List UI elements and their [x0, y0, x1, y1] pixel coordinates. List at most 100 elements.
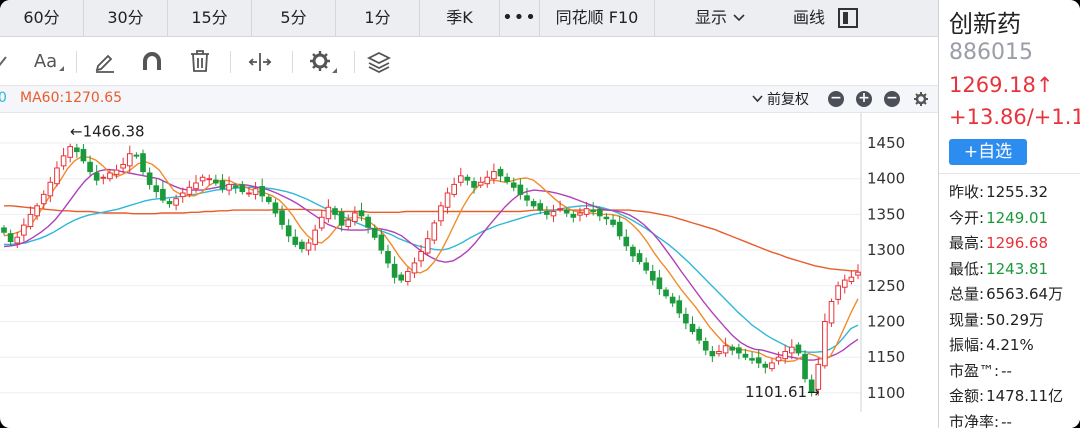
candle	[623, 229, 630, 251]
candle	[60, 147, 67, 170]
candle	[312, 224, 318, 251]
collapse-icon[interactable]: −	[884, 91, 900, 107]
trash-icon[interactable]	[186, 45, 214, 77]
adjust-dropdown[interactable]: 前复权	[752, 89, 809, 109]
layers-icon[interactable]	[365, 45, 393, 77]
quote-row: 金额: 1478.11亿	[949, 385, 1063, 406]
candle	[67, 143, 74, 163]
candle-body	[279, 210, 285, 225]
kline-chart[interactable]: 1450 1400 1350 1300 1250 1200 1150 1100 ←1466.3…	[0, 113, 938, 412]
quote-row: 今开: 1249.01	[949, 207, 1048, 228]
quote-row-value: 1243.81	[986, 259, 1049, 278]
quote-row-value: --	[1001, 361, 1012, 380]
candle-body	[603, 216, 610, 220]
gear-icon[interactable]	[306, 45, 342, 77]
candle-body	[835, 285, 841, 300]
candle-body	[358, 210, 365, 217]
tab-60min[interactable]: 60分	[0, 0, 84, 36]
candle	[1, 225, 7, 236]
candle-body	[272, 202, 279, 214]
candle-body	[736, 347, 742, 354]
y-tick-label: 1250	[867, 277, 905, 295]
add-watchlist-button[interactable]: +自选	[949, 139, 1027, 165]
candle-body	[292, 236, 299, 245]
toolbar-divider	[76, 51, 77, 73]
period-bar: 60分 30分 15分 5分 1分 季K ••• 同花顺 F10 显示 画线	[0, 0, 938, 37]
quote-row-label: 振幅:	[949, 336, 985, 354]
candle-body	[259, 186, 266, 197]
text-tool-button[interactable]: Aa	[32, 45, 66, 77]
candle-body	[226, 183, 232, 191]
candle	[537, 199, 544, 215]
quote-row: 最高: 1296.68	[949, 232, 1048, 253]
candle	[762, 361, 769, 374]
quote-row-label: 现量:	[949, 310, 985, 329]
candle	[27, 206, 34, 230]
candle	[186, 180, 193, 198]
toolbar-divider	[230, 51, 231, 73]
drawing-tool-icon[interactable]	[0, 45, 10, 77]
candle-body	[34, 205, 40, 217]
candle	[133, 152, 140, 159]
panel-toggle-button[interactable]	[833, 0, 863, 36]
candle-body	[7, 233, 14, 243]
candle-body	[689, 323, 696, 332]
candle	[226, 176, 232, 196]
sidebar-panel-icon	[838, 8, 858, 28]
candle-body	[636, 253, 643, 263]
candle	[457, 167, 464, 187]
candle	[391, 256, 398, 284]
candle	[464, 174, 471, 186]
draw-line-button[interactable]: 画线	[785, 0, 833, 36]
candle-body	[649, 271, 656, 281]
y-tick-label: 1350	[867, 205, 905, 223]
quote-row-label: 总量:	[949, 285, 985, 303]
candle-body	[411, 262, 418, 274]
more-button[interactable]: •••	[500, 0, 540, 36]
quote-row-value: 1296.68	[986, 234, 1049, 252]
candle-body	[345, 219, 352, 228]
candle-body	[385, 251, 391, 264]
candle	[431, 220, 438, 245]
candle	[822, 313, 828, 369]
tab-30min[interactable]: 30分	[84, 0, 168, 36]
candle	[213, 174, 219, 186]
candle-body	[623, 236, 630, 247]
quote-row-value: 1255.32	[986, 183, 1049, 201]
candle-body	[583, 208, 590, 215]
candle-body	[87, 161, 93, 173]
candle-body	[332, 208, 338, 215]
zoom-in-icon[interactable]: +	[856, 91, 872, 107]
magnet-icon[interactable]	[138, 45, 166, 77]
candle-body	[610, 219, 616, 225]
quote-row-label: 市净率:	[949, 412, 1000, 428]
tab-1min[interactable]: 1分	[336, 0, 420, 36]
quote-row-value: 50.29万	[986, 310, 1045, 329]
candle-body	[630, 246, 636, 257]
candle-body	[782, 350, 788, 360]
candle	[299, 239, 305, 253]
candle	[669, 293, 676, 307]
candles	[1, 143, 861, 397]
y-axis-ticks: 1450 1400 1350 1300 1250 1200 1150 1100	[867, 134, 905, 402]
zoom-out-icon[interactable]: −	[828, 91, 844, 107]
split-icon[interactable]	[245, 45, 275, 77]
pencil-icon[interactable]	[92, 45, 118, 77]
candle	[451, 177, 457, 198]
quote-row-value: 1249.01	[986, 208, 1049, 227]
tab-quarter-k[interactable]: 季K	[420, 0, 500, 36]
candle-body	[742, 353, 749, 358]
candle-body	[530, 201, 537, 207]
candle-body	[709, 350, 716, 357]
candle-body	[405, 271, 411, 283]
f10-button[interactable]: 同花顺 F10	[540, 0, 655, 36]
tab-5min[interactable]: 5分	[252, 0, 336, 36]
tab-15min[interactable]: 15分	[168, 0, 252, 36]
candle-body	[133, 154, 140, 157]
adjust-label: 前复权	[767, 92, 809, 108]
chart-settings-icon[interactable]	[912, 89, 930, 109]
y-tick-label: 1100	[867, 384, 905, 402]
candle-body	[93, 172, 100, 181]
candle-body	[477, 181, 484, 186]
display-menu[interactable]: 显示	[655, 0, 785, 36]
